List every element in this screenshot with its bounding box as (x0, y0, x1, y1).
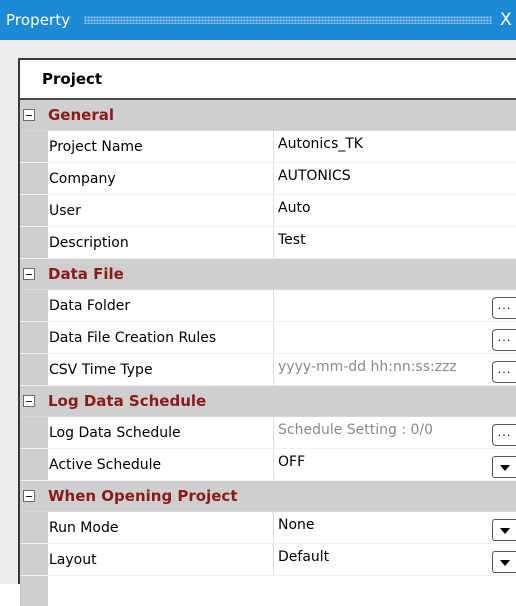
property-row-layout[interactable]: Layout Default (20, 544, 516, 576)
property-name: Data Folder (49, 297, 131, 314)
property-value[interactable] (274, 290, 516, 321)
property-name-cell[interactable]: User (48, 195, 274, 226)
property-value[interactable]: Autonics_TK (274, 131, 516, 162)
row-gutter (20, 512, 48, 543)
property-name: Company (49, 170, 116, 187)
row-gutter (20, 449, 48, 480)
property-name-cell[interactable]: Layout (48, 544, 274, 575)
dropdown-arrow-icon[interactable] (492, 456, 516, 478)
property-grid: General Project Name Autonics_TK Company AUT… (20, 100, 516, 606)
property-name-cell[interactable]: Active Schedule (48, 449, 274, 480)
window-titlebar[interactable]: Property X (0, 0, 516, 40)
property-row-active-schedule[interactable]: Active Schedule OFF (20, 449, 516, 481)
ellipsis-button[interactable]: ... (492, 297, 516, 319)
property-grid-panel: Project General Project Name Autonics_TK Co… (18, 58, 516, 606)
close-icon[interactable]: X (500, 10, 516, 30)
property-value[interactable]: AUTONICS (274, 163, 516, 194)
property-row-user[interactable]: User Auto (20, 195, 516, 227)
category-label: Log Data Schedule (48, 392, 207, 410)
property-value[interactable]: Default (274, 544, 516, 575)
property-name: Description (49, 234, 129, 251)
category-label: Data File (48, 265, 124, 283)
row-gutter (20, 417, 48, 448)
object-header: Project (20, 60, 516, 100)
property-name-cell[interactable]: Data File Creation Rules (48, 322, 274, 353)
ellipsis-button[interactable]: ... (492, 329, 516, 351)
dropdown-arrow-icon[interactable] (492, 519, 516, 541)
property-row-data-folder[interactable]: Data Folder... (20, 290, 516, 322)
ellipsis-button[interactable]: ... (492, 424, 516, 446)
category-when-opening-project[interactable]: When Opening Project (20, 481, 516, 512)
row-gutter (20, 354, 48, 385)
category-label: When Opening Project (48, 487, 238, 505)
property-name: Log Data Schedule (49, 424, 181, 441)
property-row-run-mode[interactable]: Run Mode None (20, 512, 516, 544)
grid-filler (20, 576, 516, 606)
row-gutter (20, 544, 48, 575)
property-name-cell[interactable]: Description (48, 227, 274, 258)
property-name-cell[interactable]: CSV Time Type (48, 354, 274, 385)
property-value[interactable]: None (274, 512, 516, 543)
property-value[interactable] (274, 322, 516, 353)
property-name-cell[interactable]: Project Name (48, 131, 274, 162)
property-row-company[interactable]: Company AUTONICS (20, 163, 516, 195)
collapse-icon[interactable] (23, 109, 35, 121)
property-name-cell[interactable]: Company (48, 163, 274, 194)
property-value[interactable]: OFF (274, 449, 516, 480)
category-data-file[interactable]: Data File (20, 259, 516, 290)
property-value[interactable]: Auto (274, 195, 516, 226)
property-frame: Project General Project Name Autonics_TK Co… (0, 40, 516, 606)
property-name-cell[interactable]: Data Folder (48, 290, 274, 321)
property-name-cell[interactable]: Run Mode (48, 512, 274, 543)
property-name: User (49, 202, 81, 219)
property-name: Active Schedule (49, 456, 162, 473)
row-gutter (20, 195, 48, 226)
property-name: CSV Time Type (49, 361, 153, 378)
property-row-project-name[interactable]: Project Name Autonics_TK (20, 131, 516, 163)
property-row-csv-time-type[interactable]: CSV Time Type yyyy-mm-dd hh:nn:ss:zzz... (20, 354, 516, 386)
row-gutter (20, 322, 48, 353)
property-row-description[interactable]: Description Test (20, 227, 516, 259)
property-value[interactable]: Test (274, 227, 516, 258)
property-row-log-data-schedule[interactable]: Log Data Schedule Schedule Setting : 0/0.… (20, 417, 516, 449)
row-gutter (20, 576, 48, 606)
row-gutter (20, 163, 48, 194)
property-name: Data File Creation Rules (49, 329, 217, 346)
collapse-icon[interactable] (23, 490, 35, 502)
titlebar-grip[interactable] (84, 16, 492, 24)
row-gutter (20, 290, 48, 321)
object-name: Project (42, 70, 103, 88)
dropdown-arrow-icon[interactable] (492, 551, 516, 573)
category-log-data-schedule[interactable]: Log Data Schedule (20, 386, 516, 417)
category-label: General (48, 106, 114, 124)
window-title: Property (6, 11, 71, 29)
property-name-cell[interactable]: Log Data Schedule (48, 417, 274, 448)
property-row-data-file-creation-rules[interactable]: Data File Creation Rules... (20, 322, 516, 354)
property-value[interactable]: yyyy-mm-dd hh:nn:ss:zzz (274, 354, 516, 385)
row-gutter (20, 131, 48, 162)
collapse-icon[interactable] (23, 268, 35, 280)
category-general[interactable]: General (20, 100, 516, 131)
collapse-icon[interactable] (23, 395, 35, 407)
property-value[interactable]: Schedule Setting : 0/0 (274, 417, 516, 448)
ellipsis-button[interactable]: ... (492, 361, 516, 383)
row-gutter (20, 227, 48, 258)
property-name: Run Mode (49, 519, 119, 536)
property-name: Layout (49, 551, 97, 568)
property-name: Project Name (49, 138, 143, 155)
